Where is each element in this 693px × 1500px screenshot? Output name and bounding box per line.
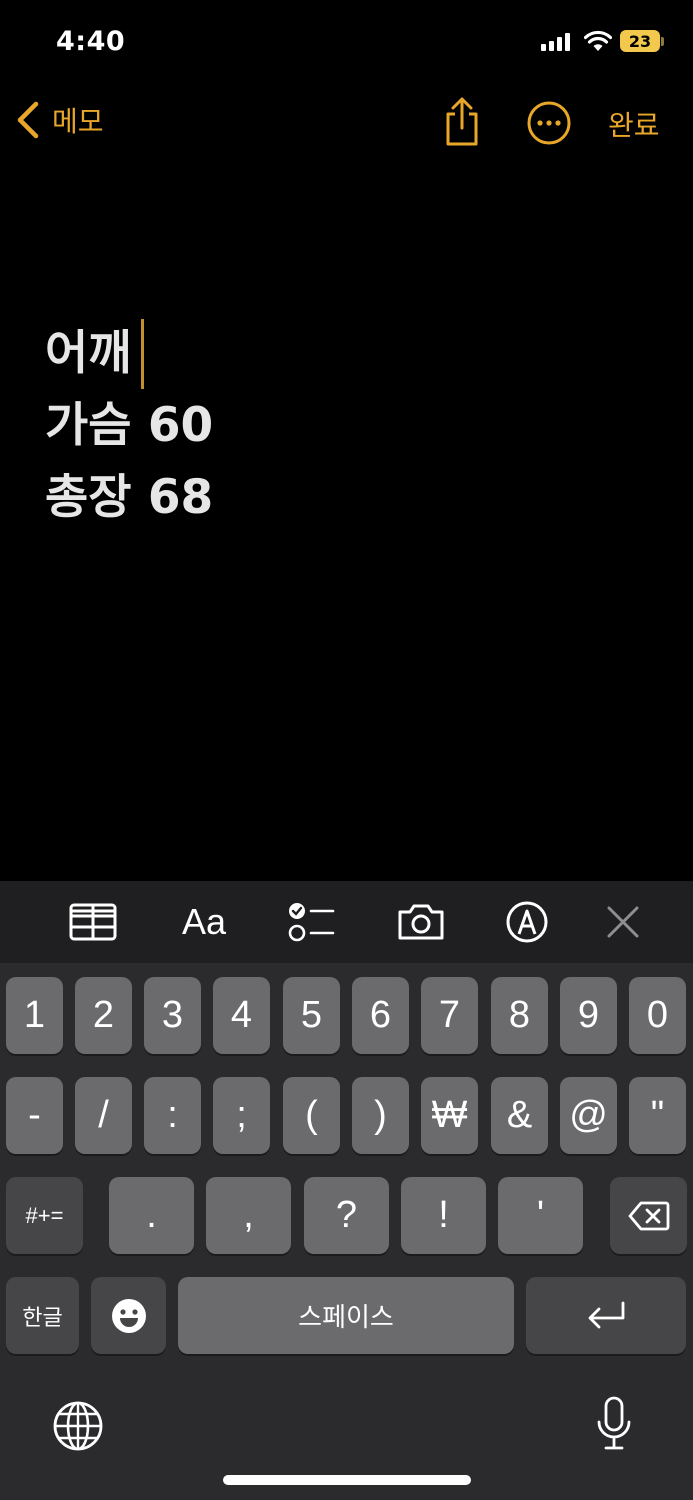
wifi-icon — [584, 30, 612, 51]
key-colon[interactable]: : — [144, 1077, 201, 1154]
key-7[interactable]: 7 — [421, 977, 478, 1054]
close-icon — [607, 906, 639, 938]
battery-indicator: 23 — [620, 30, 660, 52]
key-slash[interactable]: / — [75, 1077, 132, 1154]
more-icon[interactable] — [526, 100, 572, 146]
return-key[interactable] — [526, 1277, 686, 1354]
key-hyphen[interactable]: - — [6, 1077, 63, 1154]
text-cursor — [141, 319, 145, 389]
key-exclamation[interactable]: ! — [401, 1177, 486, 1254]
chevron-left-icon — [17, 101, 39, 139]
format-button[interactable]: Aa — [176, 898, 232, 946]
checklist-button[interactable] — [286, 898, 336, 946]
note-body[interactable]: 어깨 가슴 60 총장 68 — [45, 318, 213, 534]
key-apostrophe[interactable]: ' — [498, 1177, 583, 1254]
key-won[interactable]: ₩ — [421, 1077, 478, 1154]
key-question[interactable]: ? — [304, 1177, 389, 1254]
key-5[interactable]: 5 — [283, 977, 340, 1054]
key-comma[interactable]: , — [206, 1177, 291, 1254]
emoji-icon — [111, 1298, 146, 1333]
key-more-symbols[interactable]: #+= — [6, 1177, 83, 1254]
done-button[interactable]: 완료 — [608, 104, 660, 144]
key-hangul[interactable]: 한글 — [6, 1277, 79, 1354]
key-period[interactable]: . — [109, 1177, 194, 1254]
note-line-text: 어깨 — [45, 326, 132, 381]
cellular-signal-icon — [541, 31, 570, 51]
share-icon[interactable] — [440, 96, 484, 148]
home-indicator — [223, 1475, 471, 1485]
key-semicolon[interactable]: ; — [213, 1077, 270, 1154]
checklist-icon — [288, 903, 335, 942]
key-6[interactable]: 6 — [352, 977, 409, 1054]
camera-button[interactable] — [395, 898, 447, 946]
table-button[interactable] — [68, 898, 118, 946]
emoji-key[interactable] — [91, 1277, 166, 1354]
globe-icon[interactable] — [52, 1400, 104, 1452]
key-9[interactable]: 9 — [560, 977, 617, 1054]
return-icon — [588, 1301, 625, 1328]
back-label: 메모 — [52, 105, 104, 138]
camera-icon — [398, 904, 444, 940]
key-quote[interactable]: " — [629, 1077, 686, 1154]
key-close-paren[interactable]: ) — [352, 1077, 409, 1154]
note-line-1: 어깨 — [45, 318, 213, 390]
key-0[interactable]: 0 — [629, 977, 686, 1054]
markup-button[interactable] — [504, 898, 550, 946]
backspace-icon — [628, 1201, 669, 1230]
key-1[interactable]: 1 — [6, 977, 63, 1054]
key-open-paren[interactable]: ( — [283, 1077, 340, 1154]
markup-icon — [506, 901, 548, 943]
space-key[interactable]: 스페이스 — [178, 1277, 514, 1354]
key-3[interactable]: 3 — [144, 977, 201, 1054]
key-at[interactable]: @ — [560, 1077, 617, 1154]
battery-nub — [661, 37, 664, 46]
key-2[interactable]: 2 — [75, 977, 132, 1054]
note-line-2: 가슴 60 — [45, 398, 214, 453]
key-ampersand[interactable]: & — [491, 1077, 548, 1154]
key-4[interactable]: 4 — [213, 977, 270, 1054]
close-toolbar-button[interactable] — [604, 898, 642, 946]
mic-icon[interactable] — [595, 1396, 633, 1452]
status-time: 4:40 — [56, 26, 126, 57]
back-button[interactable]: 메모 — [14, 100, 104, 140]
backspace-key[interactable] — [610, 1177, 687, 1254]
key-8[interactable]: 8 — [491, 977, 548, 1054]
table-icon — [69, 903, 117, 941]
note-line-3: 총장 68 — [45, 470, 214, 525]
